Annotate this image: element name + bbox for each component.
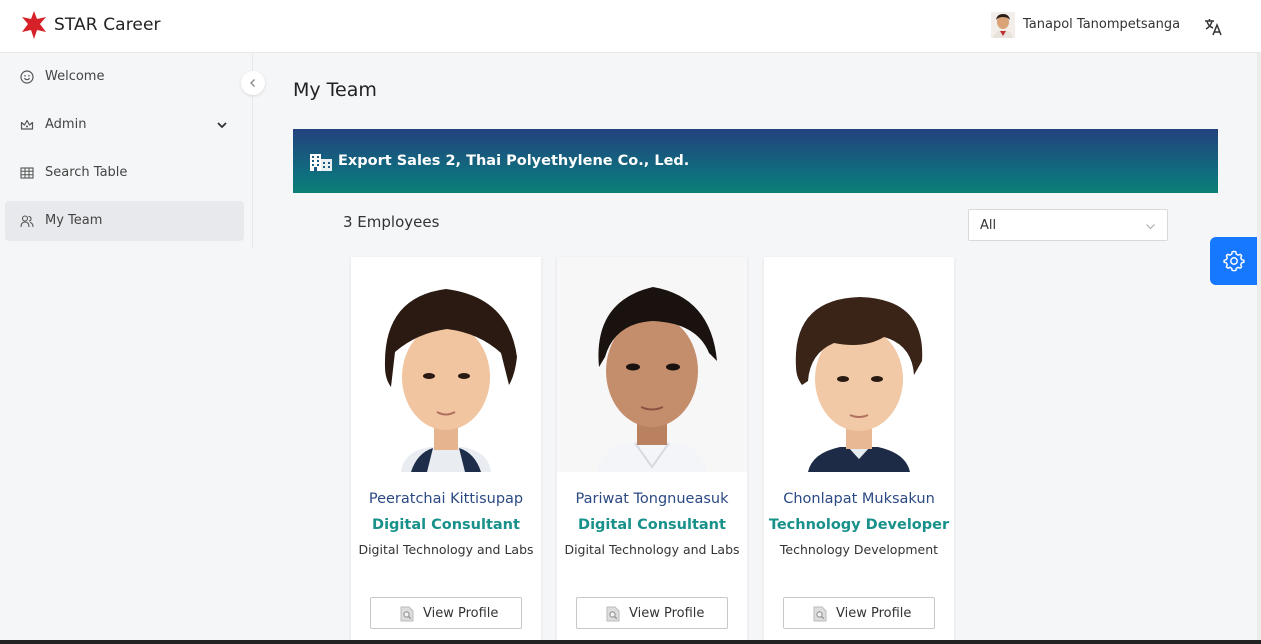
team-icon: [20, 215, 34, 228]
employee-name: Peeratchai Kittisupap: [368, 491, 524, 507]
top-header: STAR Career Tanapol Tanompetsanga: [0, 0, 1261, 53]
brand-name[interactable]: STAR Career: [54, 15, 161, 35]
employee-filter-select[interactable]: All: [968, 209, 1168, 241]
crown-icon: [20, 119, 34, 130]
employee-photo: [764, 257, 954, 472]
department-banner: Export Sales 2, Thai Polyethylene Co., L…: [293, 129, 1218, 193]
employee-department: Technology Development: [779, 542, 939, 557]
employee-count: 3 Employees: [343, 213, 440, 231]
employee-role: Digital Consultant: [578, 517, 726, 533]
employee-role: Technology Developer: [768, 517, 950, 533]
employee-name: Chonlapat Muksakun: [783, 491, 935, 507]
chevron-left-icon: [250, 79, 255, 87]
sidebar-item-admin[interactable]: Admin: [5, 105, 244, 145]
chevron-down-icon[interactable]: [216, 119, 228, 131]
smile-icon: [20, 70, 34, 84]
employee-photo: [351, 257, 541, 472]
sidebar-empty-area: [0, 248, 253, 644]
view-profile-label: View Profile: [423, 606, 499, 621]
employee-card: Chonlapat Muksakun Technology Developer …: [764, 257, 954, 644]
employee-photo: [557, 257, 747, 472]
file-search-icon: [606, 606, 620, 622]
sidebar: Welcome Admin Search Table My Team: [0, 53, 253, 248]
table-icon: [20, 167, 34, 179]
view-profile-button[interactable]: View Profile: [576, 597, 728, 629]
file-search-icon: [813, 606, 827, 622]
page-title: My Team: [293, 79, 377, 101]
building-icon: [310, 154, 332, 171]
user-name[interactable]: Tanapol Tanompetsanga: [1023, 17, 1180, 32]
file-search-icon: [400, 606, 414, 622]
window-bottom-edge: [0, 640, 1261, 644]
view-profile-label: View Profile: [836, 606, 912, 621]
filter-selected-value: All: [980, 218, 997, 233]
star-logo-icon[interactable]: [21, 11, 47, 39]
sidebar-item-label: Admin: [45, 117, 87, 132]
employee-role: Digital Consultant: [372, 517, 520, 533]
sidebar-item-welcome[interactable]: Welcome: [5, 57, 244, 97]
sidebar-item-my-team[interactable]: My Team: [5, 201, 244, 241]
sidebar-collapse-button[interactable]: [241, 71, 265, 95]
view-profile-label: View Profile: [629, 606, 705, 621]
translate-icon[interactable]: [1203, 17, 1223, 37]
sidebar-item-search-table[interactable]: Search Table: [5, 153, 244, 193]
department-name: Export Sales 2, Thai Polyethylene Co., L…: [338, 153, 690, 169]
chevron-down-icon: [1146, 224, 1155, 230]
scrollbar[interactable]: [1257, 53, 1261, 640]
employee-department: Digital Technology and Labs: [564, 542, 740, 557]
view-profile-button[interactable]: View Profile: [370, 597, 522, 629]
employee-card: Pariwat Tongnueasuk Digital Consultant D…: [557, 257, 747, 644]
view-profile-button[interactable]: View Profile: [783, 597, 935, 629]
sidebar-item-label: My Team: [45, 213, 103, 228]
sidebar-item-label: Search Table: [45, 165, 128, 180]
employee-card: Peeratchai Kittisupap Digital Consultant…: [351, 257, 541, 644]
sidebar-item-label: Welcome: [45, 69, 105, 84]
employee-department: Digital Technology and Labs: [358, 542, 534, 557]
settings-button[interactable]: [1210, 237, 1258, 285]
gear-icon: [1223, 250, 1245, 272]
employee-name: Pariwat Tongnueasuk: [575, 491, 729, 507]
user-avatar[interactable]: [991, 12, 1015, 38]
